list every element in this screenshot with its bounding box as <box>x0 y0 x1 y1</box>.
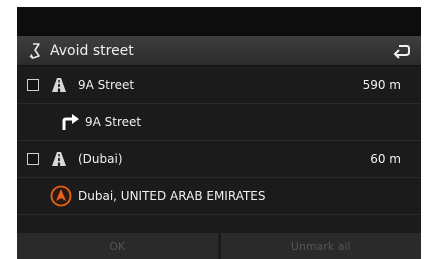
unmark-all-button[interactable]: Unmark all <box>220 233 421 259</box>
back-arrow-icon <box>393 45 410 59</box>
avoid-checkbox[interactable] <box>27 79 39 91</box>
route-item-destination: Dubai, UNITED ARAB EMIRATES <box>17 178 421 215</box>
road-icon <box>52 78 66 92</box>
ok-button[interactable]: OK <box>17 233 218 259</box>
page-title: Avoid street <box>50 42 134 59</box>
road-distance: 60 m <box>370 152 401 166</box>
road-distance: 590 m <box>362 78 401 92</box>
avoid-checkbox[interactable] <box>27 153 39 165</box>
route-item-road[interactable]: 9A Street 590 m <box>17 67 421 104</box>
status-bar <box>17 7 421 36</box>
maneuver-road-name: 9A Street <box>85 115 142 129</box>
turn-right-arrow-icon <box>62 114 79 130</box>
destination-marker-icon <box>50 185 72 207</box>
navigation-screen: Avoid street 9A Street 590 m 9A Street (… <box>17 7 421 259</box>
road-name: (Dubai) <box>78 152 123 166</box>
bottom-action-bar: OK Unmark all <box>17 233 421 259</box>
route-item-road[interactable]: (Dubai) 60 m <box>17 141 421 178</box>
route-item-maneuver: 9A Street <box>17 104 421 141</box>
destination-name: Dubai, UNITED ARAB EMIRATES <box>78 189 266 203</box>
road-name: 9A Street <box>78 78 135 92</box>
title-bar: Avoid street <box>17 36 421 66</box>
road-icon <box>52 152 66 166</box>
avoid-route-icon <box>29 42 40 59</box>
back-button[interactable] <box>383 38 421 64</box>
